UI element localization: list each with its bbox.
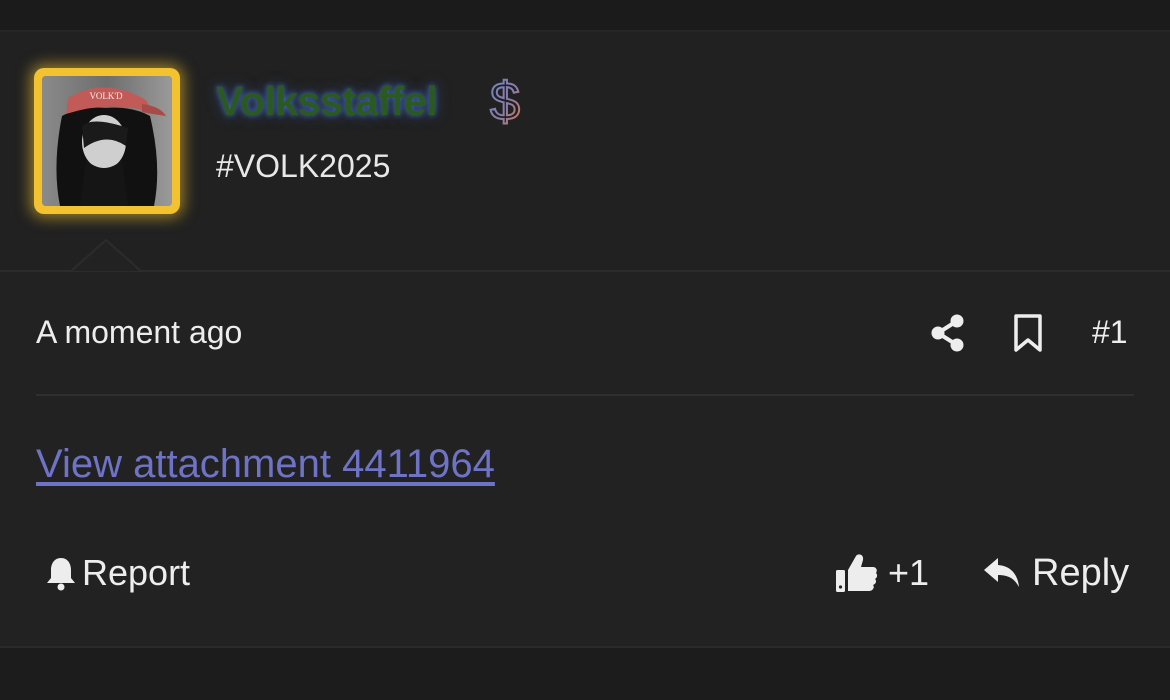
share-icon[interactable] [930,314,966,352]
avatar-image: VOLK'D [42,76,172,206]
user-title: #VOLK2025 [216,148,391,184]
thumbs-up-icon [836,554,878,592]
post-number-link[interactable]: #1 [1092,314,1128,351]
avatar[interactable]: VOLK'D [42,76,172,206]
user-header: VOLK'D Volksstaffel $ #VOLK2025 [0,32,1170,272]
reply-button[interactable]: Reply [982,548,1129,598]
reply-icon [984,558,1019,587]
dollar-sign-icon: $ [489,71,521,130]
svg-text:$: $ [490,72,520,130]
header-pointer [70,238,144,272]
bookmark-icon[interactable] [1012,314,1044,352]
reply-label: Reply [1032,551,1130,594]
post-bottom-border [0,646,1170,648]
attachment-link[interactable]: View attachment 4411964 [36,442,495,487]
divider [36,394,1134,396]
top-strip [0,0,1170,32]
like-button[interactable]: +1 [834,548,929,598]
like-count: +1 [888,552,930,593]
avatar-frame[interactable]: VOLK'D [34,68,180,214]
bell-icon [47,558,75,591]
report-label: Report [82,552,191,593]
username[interactable]: Volksstaffel [216,78,438,125]
avatar-cap-text: VOLK'D [89,91,123,101]
post-meta: A moment ago #1 [0,272,1170,392]
post: VOLK'D Volksstaffel $ #VOLK2025 A moment… [0,32,1170,646]
report-button[interactable]: Report [44,550,190,596]
post-timestamp[interactable]: A moment ago [36,314,242,351]
